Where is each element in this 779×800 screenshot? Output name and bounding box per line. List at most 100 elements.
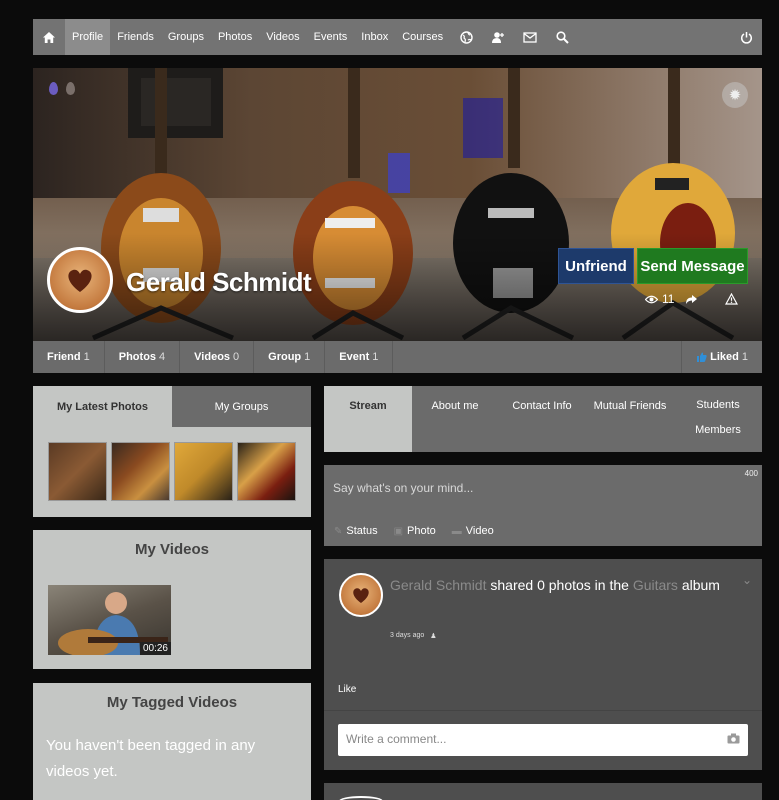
liked-count: 1 <box>741 351 748 363</box>
status-input[interactable]: Say what's on your mind... <box>333 481 473 495</box>
friend-request-icon[interactable] <box>482 19 514 55</box>
thumbs-up-icon <box>697 352 707 362</box>
my-videos-title: My Videos <box>135 541 209 558</box>
heart-icon <box>68 269 92 292</box>
status-action[interactable]: ✎ Status <box>334 525 378 537</box>
tagged-empty-message: You haven't been tagged in any videos ye… <box>46 737 256 780</box>
nav-item-friends[interactable]: Friends <box>110 19 161 55</box>
chevron-down-icon[interactable]: ⌄ <box>742 573 752 587</box>
video-icon: ▬ <box>451 525 462 537</box>
camera-icon[interactable] <box>727 732 740 747</box>
tab-count: 4 <box>159 351 166 363</box>
nav-item-photos[interactable]: Photos <box>211 19 259 55</box>
photo-thumbnail[interactable] <box>48 442 107 501</box>
tab-label: Photos <box>118 351 157 363</box>
avatar[interactable] <box>339 573 383 617</box>
profile-page: Profile Friends Groups Photos Videos Eve… <box>0 0 779 800</box>
home-icon[interactable] <box>33 19 65 55</box>
avatar[interactable] <box>47 247 113 313</box>
tab-my-groups[interactable]: My Groups <box>172 386 311 427</box>
nav-item-profile[interactable]: Profile <box>65 19 111 55</box>
tab-count: 1 <box>304 351 311 363</box>
send-message-button[interactable]: Send Message <box>637 248 748 284</box>
photo-action[interactable]: ▣ Photo <box>394 525 436 537</box>
top-nav: Profile Friends Groups Photos Videos Eve… <box>33 19 762 55</box>
tab-contact-info[interactable]: Contact Info <box>498 386 586 452</box>
nav-item-inbox[interactable]: Inbox <box>354 19 395 55</box>
tab-my-latest-photos[interactable]: My Latest Photos <box>33 386 172 427</box>
post-author-link[interactable]: Gerald Schmidt <box>390 577 486 593</box>
comment-input[interactable] <box>346 724 706 754</box>
nav-item-videos[interactable]: Videos <box>259 19 306 55</box>
composer-actions: ✎ Status ▣ Photo ▬ Video <box>334 525 494 537</box>
photo-thumbnail[interactable] <box>174 442 233 501</box>
tab-photos[interactable]: Photos 4 <box>105 341 181 373</box>
status-action-label: Status <box>346 525 378 537</box>
photos-widget-tabs: My Latest Photos My Groups <box>33 386 311 427</box>
photo-thumbnails <box>33 427 311 501</box>
liked-button[interactable]: Liked 1 <box>681 341 762 373</box>
gear-icon[interactable]: ✹ <box>722 82 748 108</box>
avatar <box>339 796 383 800</box>
cover-photo: ✹ Gerald Schmidt Unfriend Send Message 1… <box>33 68 762 341</box>
tab-about-me[interactable]: About me <box>412 386 498 452</box>
tab-videos[interactable]: Videos 0 <box>180 341 255 373</box>
stream-tabs: Stream About me Contact Info Mutual Frie… <box>324 386 762 452</box>
my-videos-widget: My Videos 00:26 <box>33 530 311 669</box>
video-duration: 00:26 <box>139 642 171 655</box>
post-time-text: 3 days ago <box>390 632 425 639</box>
tab-count: 0 <box>233 351 240 363</box>
tab-label: Event <box>339 351 370 363</box>
photo-thumbnail[interactable] <box>111 442 170 501</box>
tab-stream[interactable]: Stream <box>324 386 412 452</box>
post-divider <box>324 710 762 711</box>
post-headline: Gerald Schmidt shared 0 photos in the Gu… <box>390 573 730 598</box>
post-timestamp: 3 days ago ♟ <box>390 632 437 640</box>
like-button[interactable]: Like <box>338 684 356 695</box>
nav-item-groups[interactable]: Groups <box>161 19 211 55</box>
drop-icon[interactable] <box>66 82 75 95</box>
tab-label: Friend <box>47 351 81 363</box>
liked-label: Liked <box>710 351 739 363</box>
tab-count: 1 <box>372 351 379 363</box>
unfriend-button[interactable]: Unfriend <box>558 248 634 284</box>
drop-icon[interactable] <box>49 82 58 95</box>
profile-name: Gerald Schmidt <box>126 267 312 297</box>
envelope-icon[interactable] <box>514 19 546 55</box>
comment-box <box>338 724 748 756</box>
views-stat: 11 <box>645 292 685 306</box>
theme-drops[interactable] <box>49 82 75 95</box>
tab-group[interactable]: Group 1 <box>254 341 326 373</box>
video-action[interactable]: ▬ Video <box>452 525 494 537</box>
eye-icon <box>645 295 658 303</box>
camera-icon: ▣ <box>393 525 404 537</box>
share-icon[interactable] <box>685 294 725 305</box>
nav-item-courses[interactable]: Courses <box>395 19 450 55</box>
pencil-icon: ✎ <box>334 525 343 537</box>
nav-item-events[interactable]: Events <box>307 19 355 55</box>
tab-label: Videos <box>194 351 231 363</box>
views-count: 11 <box>662 292 675 306</box>
people-icon: ♟ <box>430 633 437 640</box>
tab-students-members[interactable]: Students Members <box>674 386 762 452</box>
photo-thumbnail[interactable] <box>237 442 296 501</box>
power-icon[interactable] <box>730 19 762 55</box>
post-album-link[interactable]: Guitars <box>633 577 678 593</box>
post-album-suffix: album <box>677 577 720 593</box>
tagged-videos-widget: My Tagged Videos You haven't been tagged… <box>33 683 311 800</box>
tab-friend[interactable]: Friend 1 <box>33 341 105 373</box>
globe-icon[interactable] <box>450 19 482 55</box>
status-composer: 400 Say what's on your mind... ✎ Status ▣… <box>324 465 762 546</box>
tab-event[interactable]: Event 1 <box>325 341 394 373</box>
video-thumbnail[interactable]: 00:26 <box>48 585 171 655</box>
tab-count: 1 <box>83 351 90 363</box>
report-icon[interactable] <box>725 293 762 305</box>
photos-widget: My Latest Photos My Groups <box>33 386 311 517</box>
cover-stats: 11 <box>645 292 762 306</box>
tab-mutual-friends[interactable]: Mutual Friends <box>586 386 674 452</box>
tab-label: Group <box>268 351 302 363</box>
search-icon[interactable] <box>546 19 578 55</box>
video-action-label: Video <box>465 525 494 537</box>
photo-action-label: Photo <box>407 525 436 537</box>
post-action-text: shared 0 photos in the <box>486 577 633 593</box>
